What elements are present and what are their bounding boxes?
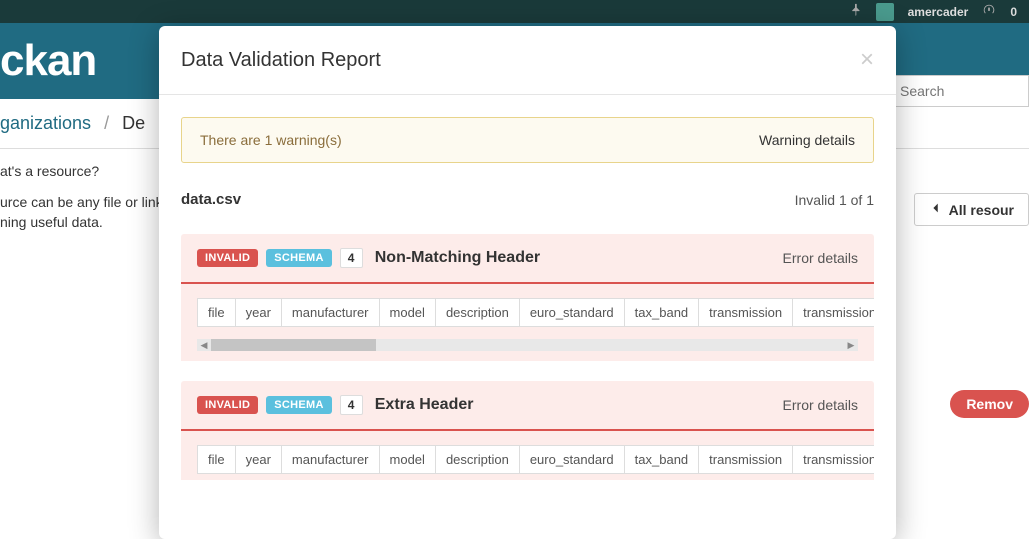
warning-message: There are 1 warning(s) — [200, 132, 342, 148]
close-icon[interactable]: × — [860, 48, 874, 72]
modal-title: Data Validation Report — [181, 49, 381, 72]
column-cell: transmission — [698, 445, 793, 474]
remove-button[interactable]: Remov — [950, 390, 1029, 418]
column-cell: transmission — [698, 298, 793, 327]
columns-preview: fileyearmanufacturermodeldescriptioneuro… — [181, 284, 874, 361]
column-cell: year — [235, 298, 282, 327]
column-cell: euro_standard — [519, 298, 625, 327]
validation-modal: Data Validation Report × There are 1 war… — [159, 26, 896, 539]
columns-preview: fileyearmanufacturermodeldescriptioneuro… — [181, 431, 874, 480]
scroll-thumb[interactable] — [211, 339, 376, 351]
all-resources-label: All resour — [949, 202, 1014, 218]
column-cell: tax_band — [624, 445, 700, 474]
modal-header: Data Validation Report × — [159, 26, 896, 95]
columns-row: fileyearmanufacturermodeldescriptioneuro… — [197, 445, 858, 474]
dashboard-icon[interactable] — [982, 3, 996, 20]
column-cell: model — [379, 298, 436, 327]
error-block: INVALID SCHEMA 4 Non-Matching Header Error d… — [181, 234, 874, 361]
schema-badge: SCHEMA — [266, 249, 331, 267]
error-block: INVALID SCHEMA 4 Extra Header Error details f… — [181, 381, 874, 480]
all-resources-button[interactable]: All resour — [914, 193, 1029, 226]
column-cell: model — [379, 445, 436, 474]
column-cell: manufacturer — [281, 298, 380, 327]
invalid-badge: INVALID — [197, 249, 258, 267]
column-cell: year — [235, 445, 282, 474]
column-cell: transmission_type — [792, 298, 874, 327]
column-cell: transmission_type — [792, 445, 874, 474]
column-cell: file — [197, 445, 236, 474]
notification-count[interactable]: 0 — [1010, 5, 1017, 19]
breadcrumb-separator: / — [104, 113, 109, 133]
pin-icon[interactable] — [848, 3, 862, 20]
modal-body: There are 1 warning(s) Warning details d… — [159, 95, 896, 539]
error-details-link[interactable]: Error details — [783, 397, 858, 413]
scroll-left-icon[interactable]: ◀ — [197, 339, 211, 351]
search-input[interactable] — [889, 75, 1029, 107]
error-header: INVALID SCHEMA 4 Non-Matching Header Error d… — [181, 234, 874, 284]
error-count-badge: 4 — [340, 395, 363, 415]
column-cell: euro_standard — [519, 445, 625, 474]
error-title: Non-Matching Header — [375, 249, 775, 267]
invalid-badge: INVALID — [197, 396, 258, 414]
arrow-left-icon — [929, 201, 943, 218]
error-title: Extra Header — [375, 396, 775, 414]
column-cell: description — [435, 298, 520, 327]
breadcrumb-current: De — [122, 113, 145, 133]
column-cell: tax_band — [624, 298, 700, 327]
file-row: data.csv Invalid 1 of 1 — [181, 191, 874, 208]
error-count-badge: 4 — [340, 248, 363, 268]
error-header: INVALID SCHEMA 4 Extra Header Error details — [181, 381, 874, 431]
avatar[interactable] — [876, 3, 894, 21]
schema-badge: SCHEMA — [266, 396, 331, 414]
column-cell: description — [435, 445, 520, 474]
horizontal-scrollbar[interactable]: ◀▶ — [197, 339, 858, 351]
warning-details-link[interactable]: Warning details — [759, 132, 855, 148]
error-details-link[interactable]: Error details — [783, 250, 858, 266]
top-bar: amercader 0 — [0, 0, 1029, 23]
logo[interactable]: ckan — [0, 36, 96, 86]
column-cell: file — [197, 298, 236, 327]
column-cell: manufacturer — [281, 445, 380, 474]
username[interactable]: amercader — [908, 5, 969, 19]
columns-row: fileyearmanufacturermodeldescriptioneuro… — [197, 298, 858, 327]
filename: data.csv — [181, 191, 241, 208]
scroll-right-icon[interactable]: ▶ — [844, 339, 858, 351]
file-status: Invalid 1 of 1 — [795, 192, 874, 208]
breadcrumb-organizations[interactable]: Organizations — [0, 113, 91, 133]
warning-box: There are 1 warning(s) Warning details — [181, 117, 874, 163]
